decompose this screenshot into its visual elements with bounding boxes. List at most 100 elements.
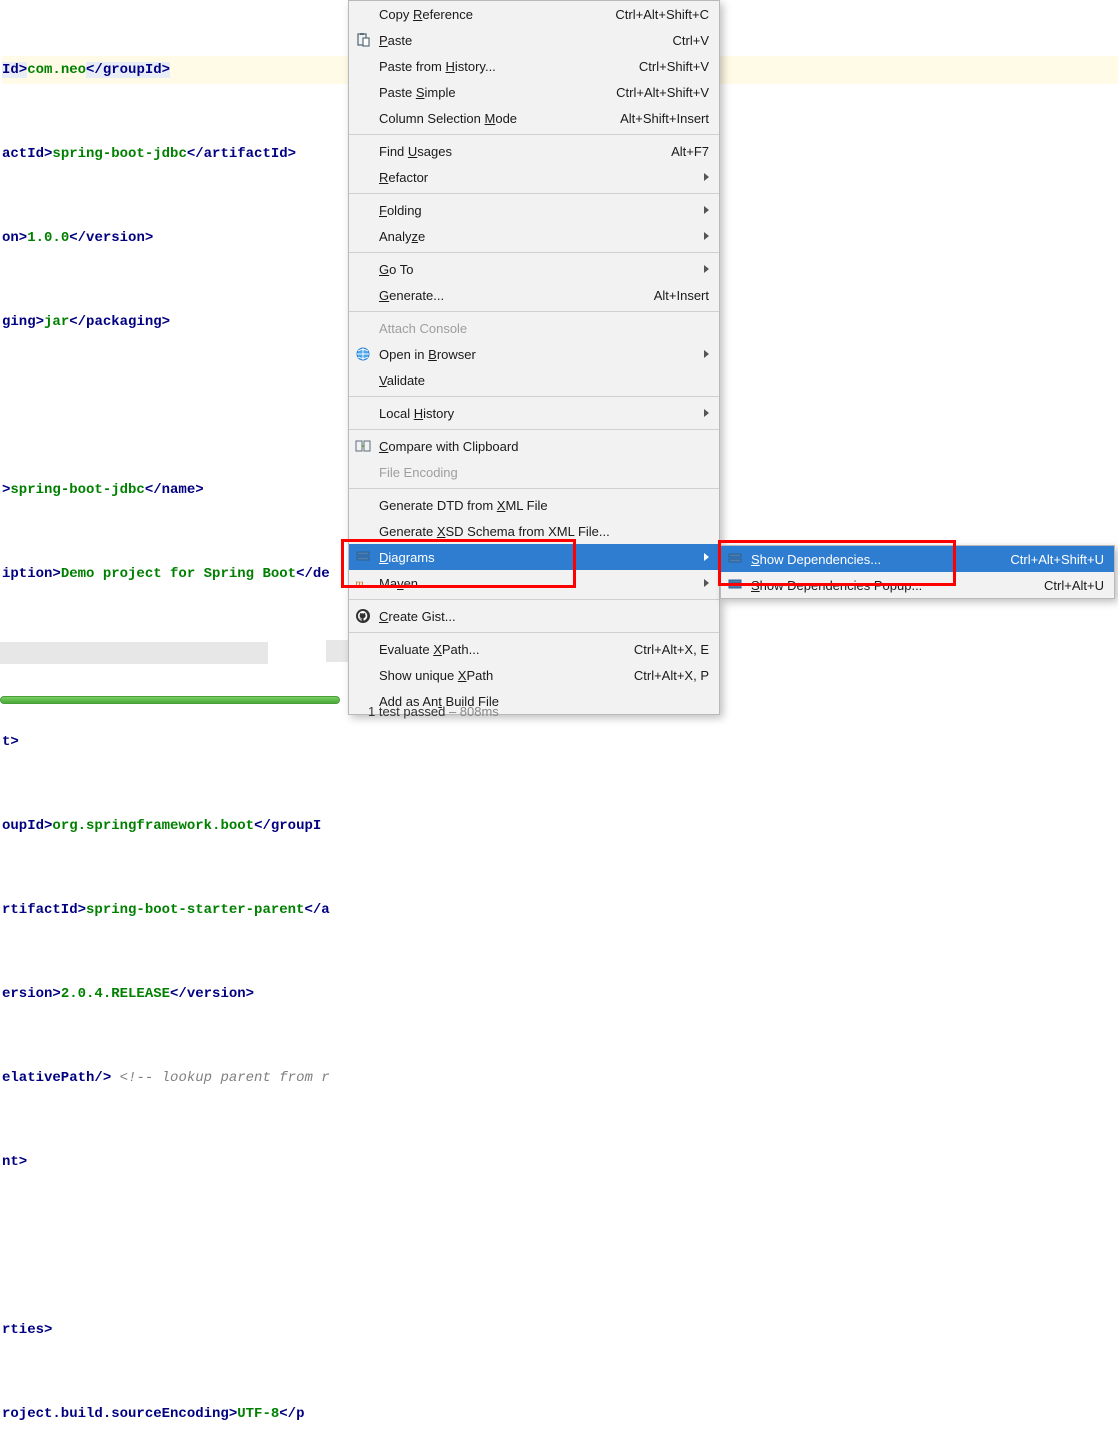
menu-item-label: Copy Reference [379, 7, 615, 22]
context-menu-item-attach-console[interactable]: Attach Console [349, 315, 719, 341]
xml-tag: Id> [2, 62, 27, 78]
chevron-right-icon [704, 206, 709, 214]
xml-tag: on> [2, 230, 27, 246]
menu-item-label: Attach Console [379, 321, 709, 336]
chevron-right-icon [704, 232, 709, 240]
menu-item-label: Analyze [379, 229, 696, 244]
xml-tag: ersion> [2, 986, 61, 1002]
xml-text: spring-boot-jdbc [52, 146, 186, 162]
xml-text: Demo project for Spring Boot [61, 566, 296, 582]
menu-item-shortcut: Alt+F7 [671, 144, 709, 159]
menu-item-label: Paste from History... [379, 59, 639, 74]
svg-text:m: m [355, 576, 364, 590]
paste-icon [355, 32, 371, 48]
chevron-right-icon [704, 173, 709, 181]
diagram-icon [727, 551, 743, 567]
xml-tag: oupId> [2, 818, 52, 834]
xml-text: 2.0.4.RELEASE [61, 986, 170, 1002]
context-menu-item-refactor[interactable]: Refactor [349, 164, 719, 190]
xml-tag: actId> [2, 146, 52, 162]
xml-tag: </a [304, 902, 329, 918]
diagram-icon [355, 549, 371, 565]
test-status: 1 test passed – 808ms [368, 704, 499, 719]
context-menu-item-paste-simple[interactable]: Paste SimpleCtrl+Alt+Shift+V [349, 79, 719, 105]
context-menu-item-open-in-browser[interactable]: Open in Browser [349, 341, 719, 367]
menu-item-shortcut: Ctrl+Shift+V [639, 59, 709, 74]
context-menu-item-create-gist[interactable]: Create Gist... [349, 603, 719, 629]
diagrams-submenu-item-show-dependencies[interactable]: Show Dependencies...Ctrl+Alt+Shift+U [721, 546, 1114, 572]
context-menu-separator [349, 488, 719, 489]
menu-item-label: Generate DTD from XML File [379, 498, 709, 513]
menu-item-label: Compare with Clipboard [379, 439, 709, 454]
menu-item-shortcut: Ctrl+Alt+Shift+C [615, 7, 709, 22]
menu-item-label: Diagrams [379, 550, 696, 565]
chevron-right-icon [704, 579, 709, 587]
globe-icon [355, 346, 371, 362]
context-menu-item-diagrams[interactable]: Diagrams [349, 544, 719, 570]
compare-icon [355, 438, 371, 454]
menu-item-label: Paste [379, 33, 673, 48]
context-menu-item-copy-reference[interactable]: Copy ReferenceCtrl+Alt+Shift+C [349, 1, 719, 27]
menu-item-label: Validate [379, 373, 709, 388]
xml-tag: t> [2, 734, 19, 750]
xml-text: 1.0.0 [27, 230, 69, 246]
context-menu-item-paste[interactable]: PasteCtrl+V [349, 27, 719, 53]
chevron-right-icon [704, 265, 709, 273]
menu-item-shortcut: Alt+Shift+Insert [620, 111, 709, 126]
context-menu-item-maven[interactable]: m Maven [349, 570, 719, 596]
progress-bar [0, 696, 340, 710]
menu-item-label: Maven [379, 576, 696, 591]
xml-tag: roject.build.sourceEncoding> [2, 1406, 237, 1422]
context-menu-separator [349, 429, 719, 430]
menu-item-label: Refactor [379, 170, 696, 185]
menu-item-label: Folding [379, 203, 696, 218]
menu-item-shortcut: Ctrl+Alt+Shift+V [616, 85, 709, 100]
context-menu-separator [349, 193, 719, 194]
context-menu-separator [349, 599, 719, 600]
xml-tag: </artifactId> [187, 146, 296, 162]
diagram-icon [727, 577, 743, 593]
context-menu-item-file-encoding[interactable]: File Encoding [349, 459, 719, 485]
xml-text: jar [44, 314, 69, 330]
xml-tag: </version> [170, 986, 254, 1002]
context-menu-separator [349, 396, 719, 397]
context-menu-item-compare-with-clipboard[interactable]: Compare with Clipboard [349, 433, 719, 459]
xml-tag: </name> [145, 482, 204, 498]
xml-tag: </groupI [254, 818, 321, 834]
context-menu-item-generate-xsd-schema-from-xml-file[interactable]: Generate XSD Schema from XML File... [349, 518, 719, 544]
xml-tag: </groupId> [86, 62, 170, 78]
context-menu-item-evaluate-xpath[interactable]: Evaluate XPath...Ctrl+Alt+X, E [349, 636, 719, 662]
context-menu-separator [349, 252, 719, 253]
chevron-right-icon [704, 553, 709, 561]
context-menu-item-generate[interactable]: Generate...Alt+Insert [349, 282, 719, 308]
context-menu-item-validate[interactable]: Validate [349, 367, 719, 393]
xml-text: org.springframework.boot [52, 818, 254, 834]
menu-item-label: Show Dependencies... [751, 552, 1010, 567]
context-menu-item-analyze[interactable]: Analyze [349, 223, 719, 249]
maven-icon: m [355, 575, 371, 591]
context-menu-item-column-selection-mode[interactable]: Column Selection ModeAlt+Shift+Insert [349, 105, 719, 131]
xml-text: UTF-8 [237, 1406, 279, 1422]
context-menu-item-show-unique-xpath[interactable]: Show unique XPathCtrl+Alt+X, P [349, 662, 719, 688]
diagrams-submenu-item-show-dependencies-popup[interactable]: Show Dependencies Popup...Ctrl+Alt+U [721, 572, 1114, 598]
menu-item-shortcut: Ctrl+Alt+X, E [634, 642, 709, 657]
menu-item-label: Go To [379, 262, 696, 277]
menu-item-shortcut: Ctrl+Alt+U [1044, 578, 1104, 593]
context-menu-item-go-to[interactable]: Go To [349, 256, 719, 282]
diagrams-submenu: Show Dependencies...Ctrl+Alt+Shift+UShow… [720, 545, 1115, 599]
menu-item-shortcut: Ctrl+V [673, 33, 709, 48]
menu-item-label: Paste Simple [379, 85, 616, 100]
menu-item-shortcut: Alt+Insert [654, 288, 709, 303]
context-menu-separator [349, 632, 719, 633]
context-menu-item-folding[interactable]: Folding [349, 197, 719, 223]
menu-item-label: Create Gist... [379, 609, 709, 624]
context-menu-item-local-history[interactable]: Local History [349, 400, 719, 426]
chevron-right-icon [704, 409, 709, 417]
context-menu-item-paste-from-history[interactable]: Paste from History...Ctrl+Shift+V [349, 53, 719, 79]
context-menu-item-find-usages[interactable]: Find UsagesAlt+F7 [349, 138, 719, 164]
context-menu-item-generate-dtd-from-xml-file[interactable]: Generate DTD from XML File [349, 492, 719, 518]
xml-text: spring-boot-starter-parent [86, 902, 304, 918]
xml-tag: </p [279, 1406, 304, 1422]
fold-rect[interactable] [0, 642, 268, 664]
menu-item-label: Column Selection Mode [379, 111, 620, 126]
